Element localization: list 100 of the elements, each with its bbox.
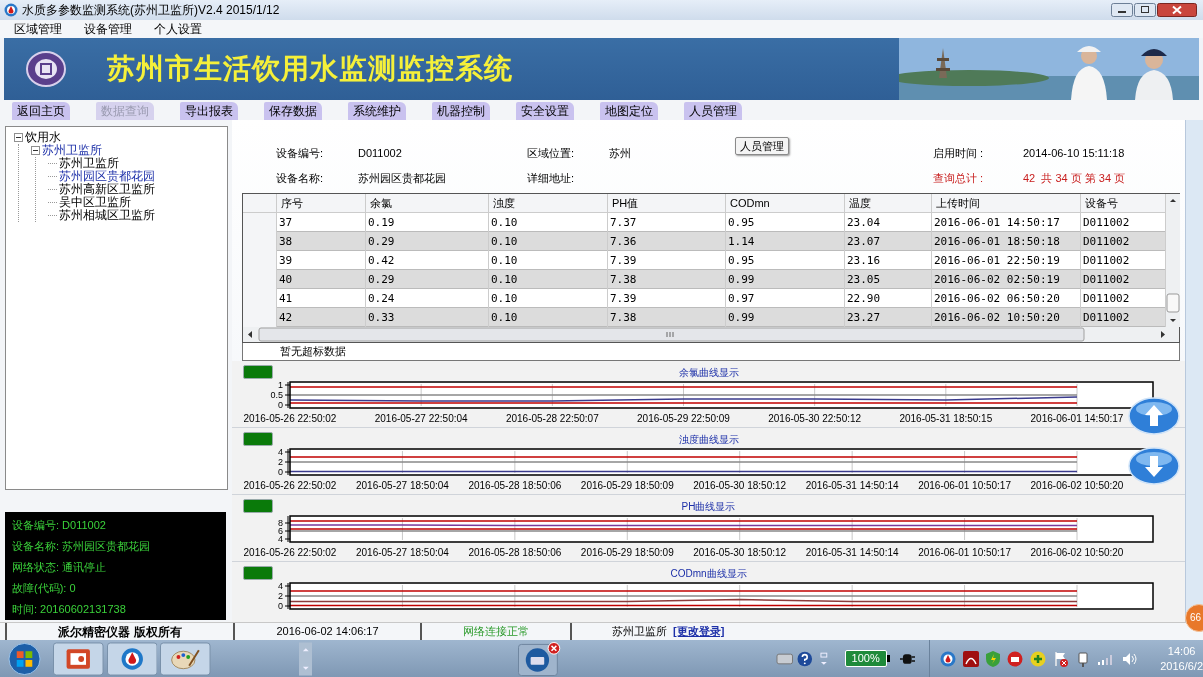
toggle-button[interactable] [243,565,273,580]
field-label: 详细地址: [527,171,575,187]
paint-palette-icon[interactable] [160,641,211,676]
tree-item[interactable]: 苏州卫监所 [42,144,102,157]
axis-label: 4 [278,581,283,591]
status-line: 设备编号: D011002 [12,518,107,533]
status-line: 故障(代码): 0 [12,581,77,596]
copyright-text: 派尔精密仪器 版权所有 [58,623,182,641]
tree-item[interactable]: 苏州相城区卫监所 [59,209,155,222]
help-icon[interactable] [797,650,813,667]
axis-label: 2016-05-26 22:50:02 [243,479,337,491]
record-app-icon[interactable] [1007,650,1024,667]
plus-icon[interactable] [1030,650,1047,667]
tab[interactable]: 人员管理 [684,102,742,120]
scroll-arrows-icon[interactable] [298,641,313,676]
tree-item[interactable]: 苏州园区贵都花园 [59,170,155,183]
notice-text: 暂无超标数据 [280,344,346,359]
tooltip: 人员管理 [735,137,789,155]
minimize-button[interactable] [1111,3,1133,17]
water-drop-app-icon[interactable] [106,641,158,676]
axis-label: 2016-05-27 18:50:04 [356,546,449,558]
field-label: 查询总计 : [933,171,984,187]
status-line: 时间: 20160602131738 [12,602,127,617]
chart-title: PH曲线显示 [681,500,736,514]
down-arrow-button[interactable] [1128,447,1180,485]
tree-item[interactable]: 苏州高新区卫监所 [59,183,155,196]
axis-label: 2016-05-27 22:50:04 [374,412,468,424]
battery-percent: 100% [851,651,880,667]
up-arrow-button[interactable] [1128,397,1180,435]
change-login-link[interactable]: [更改登录] [673,623,725,640]
axis-label: 2016-05-31 14:50:14 [805,479,899,491]
axis-label: 2016-05-28 18:50:06 [468,546,562,558]
tab[interactable]: 保存数据 [264,102,322,120]
axis-label: 4 [278,533,283,544]
status-line: 网络状态: 通讯停止 [12,560,108,575]
field-value: 苏州 [609,146,631,162]
axis-label: 0.5 [270,389,283,400]
water-drop-icon[interactable] [940,650,957,667]
axis-label: 2016-06-01 10:50:17 [918,546,1011,558]
tree-item[interactable]: 吴中区卫监所 [59,196,131,209]
horizontal-scrollbar[interactable] [243,327,1179,342]
axis-label: 2016-05-31 18:50:15 [899,412,993,424]
axis-label: 2016-05-30 22:50:12 [768,412,862,424]
start-button[interactable] [8,641,42,676]
power-plug-icon[interactable] [899,652,916,665]
tab[interactable]: 地图定位 [600,102,658,120]
tab[interactable]: 返回主页 [12,102,70,120]
tab[interactable]: 导出报表 [180,102,238,120]
chart-title: 浊度曲线显示 [678,433,739,447]
tab[interactable]: 安全设置 [516,102,574,120]
axis-label: 2 [278,456,283,467]
network-status: 网络连接正常 [463,624,529,640]
tab[interactable]: 机器控制 [432,102,490,120]
presentation-app-icon[interactable] [53,641,104,676]
axis-label: 1 [278,380,283,390]
axis-label: 6 [278,525,283,536]
axis-label: 4 [278,447,283,457]
axis-label: 2016-05-26 22:50:02 [243,412,337,424]
close-button[interactable] [1157,3,1197,17]
axis-label: 2016-05-29 18:50:09 [580,479,674,491]
menu-item[interactable]: 个人设置 [154,20,202,38]
axis-label: 2016-06-02 10:50:20 [1030,479,1124,491]
axis-label: 8 [278,517,283,528]
field-value: 苏州园区贵都花园 [358,171,446,187]
toolbox-app-icon[interactable] [518,640,561,677]
show-hidden-icons-icon[interactable] [818,650,829,667]
axis-label: 2016-05-28 22:50:07 [505,412,599,424]
chart-title: 余氯曲线显示 [678,366,739,380]
maximize-button[interactable] [1134,3,1156,17]
axis-label: 2016-05-30 18:50:12 [693,546,787,558]
menu-item[interactable]: 区域管理 [14,20,62,38]
axis-label: 2016-06-01 14:50:17 [1030,412,1124,424]
axis-label: 2016-05-26 22:50:02 [243,546,337,558]
vertical-scrollbar[interactable] [1166,194,1180,327]
menu-item[interactable]: 设备管理 [84,20,132,38]
toggle-button[interactable] [243,498,273,513]
collapse-icon[interactable] [31,146,40,155]
y-axis [284,582,291,609]
axis-label: 0 [278,600,283,611]
banner-title: 苏州市生活饮用水监测监控系统 [107,52,513,86]
pdf-reader-icon[interactable] [963,650,980,667]
field-label: 启用时间 : [933,146,984,162]
collapse-icon[interactable] [14,133,23,142]
field-value: 42 共 34 页 第 34 页 [1023,171,1126,187]
tree-item[interactable]: 苏州卫监所 [59,157,119,170]
axis-label: 0 [278,399,283,410]
y-axis [284,381,291,408]
y-axis [284,515,291,542]
axis-label: 2016-05-29 22:50:09 [637,412,730,424]
toggle-button[interactable] [243,364,273,379]
toggle-button[interactable] [243,431,273,446]
date-time: 2016-06-02 14:06:17 [276,624,379,640]
field-value: D011002 [358,146,402,162]
tab[interactable]: 系统维护 [348,102,406,120]
logo-icon [26,49,66,89]
field-value: 2014-06-10 15:11:18 [1023,146,1125,162]
clock-date: 2016/6/2 [1160,658,1203,674]
power-icon[interactable] [1076,650,1091,667]
tree-item[interactable]: 饮用水 [25,131,61,144]
flag-icon[interactable] [1053,650,1070,667]
